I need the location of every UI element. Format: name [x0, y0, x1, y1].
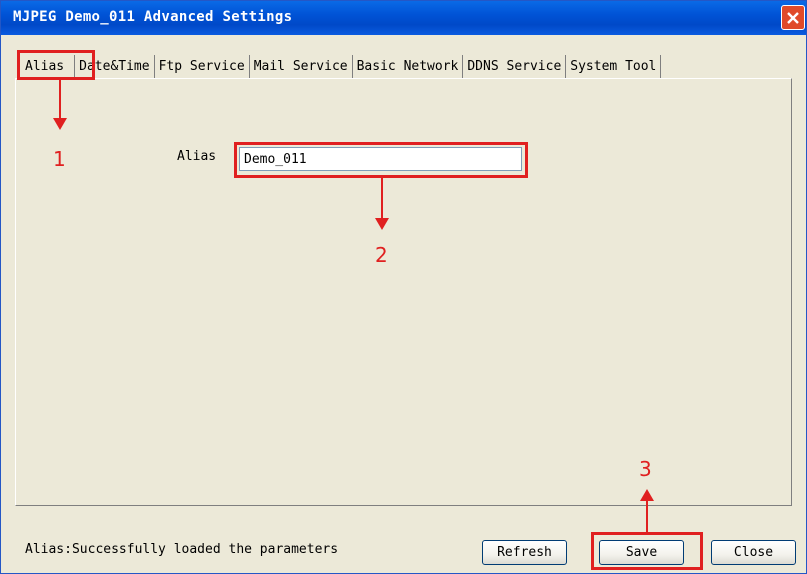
title-bar[interactable]: MJPEG Demo_011 Advanced Settings: [1, 1, 806, 35]
tab-alias[interactable]: Alias: [15, 55, 76, 79]
alias-field-label: Alias: [177, 149, 217, 164]
status-message: Alias:Successfully loaded the parameters: [25, 542, 339, 557]
alias-tab-panel: [15, 78, 792, 506]
window-title: MJPEG Demo_011 Advanced Settings: [13, 9, 293, 25]
tab-ftp-service[interactable]: Ftp Service: [155, 55, 250, 79]
arrow-3-head: [640, 489, 654, 501]
settings-tabs: Alias Date&Time Ftp Service Mail Service…: [15, 53, 662, 79]
settings-dialog: MJPEG Demo_011 Advanced Settings Alias D…: [0, 0, 807, 574]
alias-input[interactable]: [239, 147, 522, 171]
arrow-2-head: [375, 218, 389, 230]
save-button[interactable]: Save: [599, 540, 684, 565]
arrow-1-line: [59, 80, 61, 118]
close-button[interactable]: Close: [711, 540, 796, 565]
arrow-2-line: [381, 178, 383, 218]
tab-date-time[interactable]: Date&Time: [75, 55, 155, 79]
tab-basic-network[interactable]: Basic Network: [353, 55, 464, 79]
arrow-3-line: [646, 501, 648, 532]
arrow-1-head: [53, 118, 67, 130]
refresh-button[interactable]: Refresh: [482, 540, 567, 565]
close-icon[interactable]: [781, 5, 805, 30]
tab-ddns-service[interactable]: DDNS Service: [463, 55, 567, 79]
close-x-glyph: [787, 11, 799, 24]
step-marker-2: 2: [375, 243, 388, 267]
tab-mail-service[interactable]: Mail Service: [250, 55, 353, 79]
step-marker-3: 3: [639, 457, 652, 481]
step-marker-1: 1: [53, 147, 66, 171]
tab-system-tool[interactable]: System Tool: [566, 55, 662, 79]
